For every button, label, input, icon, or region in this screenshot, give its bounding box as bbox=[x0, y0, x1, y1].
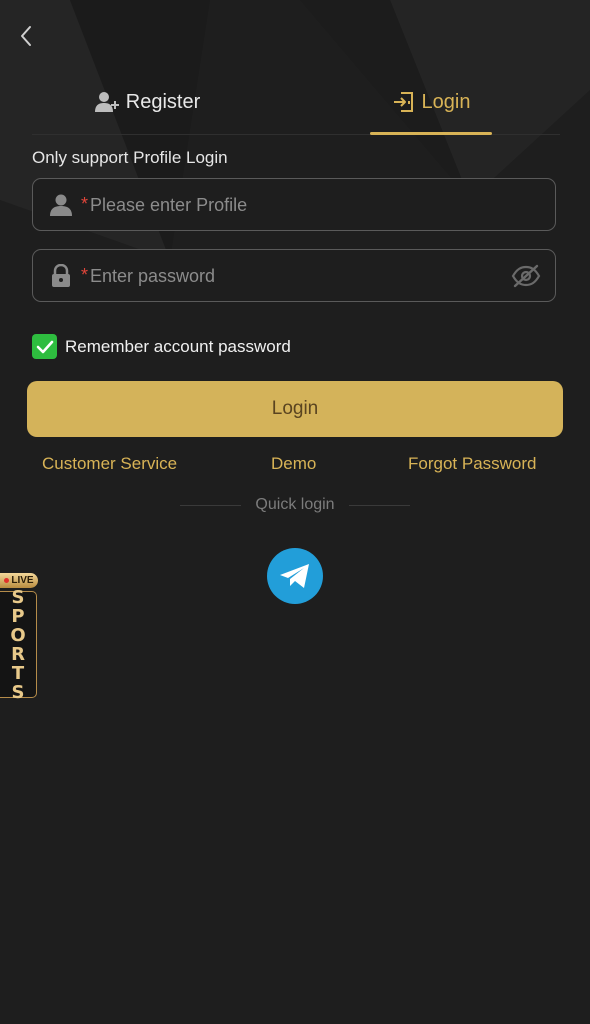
remember-label: Remember account password bbox=[65, 336, 291, 356]
user-plus-icon bbox=[94, 90, 120, 114]
quick-login-divider: Quick login bbox=[180, 494, 410, 516]
sports-letter: R bbox=[11, 643, 25, 665]
tab-register-label: Register bbox=[125, 90, 201, 113]
eye-off-icon[interactable] bbox=[511, 263, 541, 289]
sports-letter: S bbox=[11, 586, 25, 608]
door-enter-icon bbox=[392, 90, 416, 114]
active-tab-indicator bbox=[370, 132, 492, 135]
chevron-left-icon bbox=[21, 26, 31, 46]
sports-letter: P bbox=[11, 605, 25, 627]
password-field: * bbox=[32, 249, 556, 302]
check-icon bbox=[36, 340, 53, 353]
tab-login-label: Login bbox=[421, 90, 471, 113]
password-input[interactable] bbox=[90, 258, 520, 294]
live-badge-label: LIVE bbox=[11, 575, 34, 586]
tab-login[interactable]: Login bbox=[370, 72, 492, 132]
back-button[interactable] bbox=[12, 20, 40, 52]
live-badge: LIVE bbox=[0, 573, 38, 588]
live-sports-widget[interactable]: LIVE S P O R T S bbox=[0, 573, 40, 702]
sports-letter: S bbox=[11, 681, 25, 703]
lock-icon bbox=[49, 264, 73, 288]
sports-letter: O bbox=[10, 624, 26, 646]
profile-field: * bbox=[32, 178, 556, 231]
tab-register[interactable]: Register bbox=[72, 72, 222, 132]
divider-line bbox=[348, 504, 410, 506]
sports-letter: T bbox=[11, 662, 25, 684]
telegram-login-button[interactable] bbox=[267, 548, 323, 604]
profile-input[interactable] bbox=[90, 187, 520, 223]
divider-line bbox=[180, 504, 242, 506]
demo-link[interactable]: Demo bbox=[271, 454, 316, 474]
required-marker: * bbox=[81, 265, 89, 285]
auth-tabs: Register Login bbox=[32, 72, 560, 135]
login-button[interactable]: Login bbox=[27, 381, 563, 437]
remember-checkbox[interactable] bbox=[32, 334, 57, 359]
remember-password-toggle[interactable]: Remember account password bbox=[32, 334, 291, 359]
login-hint: Only support Profile Login bbox=[32, 148, 228, 167]
required-marker: * bbox=[81, 194, 89, 214]
quick-login-label: Quick login bbox=[255, 496, 335, 513]
sports-panel: S P O R T S bbox=[0, 586, 37, 702]
forgot-password-link[interactable]: Forgot Password bbox=[408, 454, 537, 474]
user-icon bbox=[49, 193, 73, 217]
customer-service-link[interactable]: Customer Service bbox=[42, 454, 177, 474]
live-dot bbox=[4, 578, 10, 583]
telegram-icon bbox=[280, 564, 309, 588]
